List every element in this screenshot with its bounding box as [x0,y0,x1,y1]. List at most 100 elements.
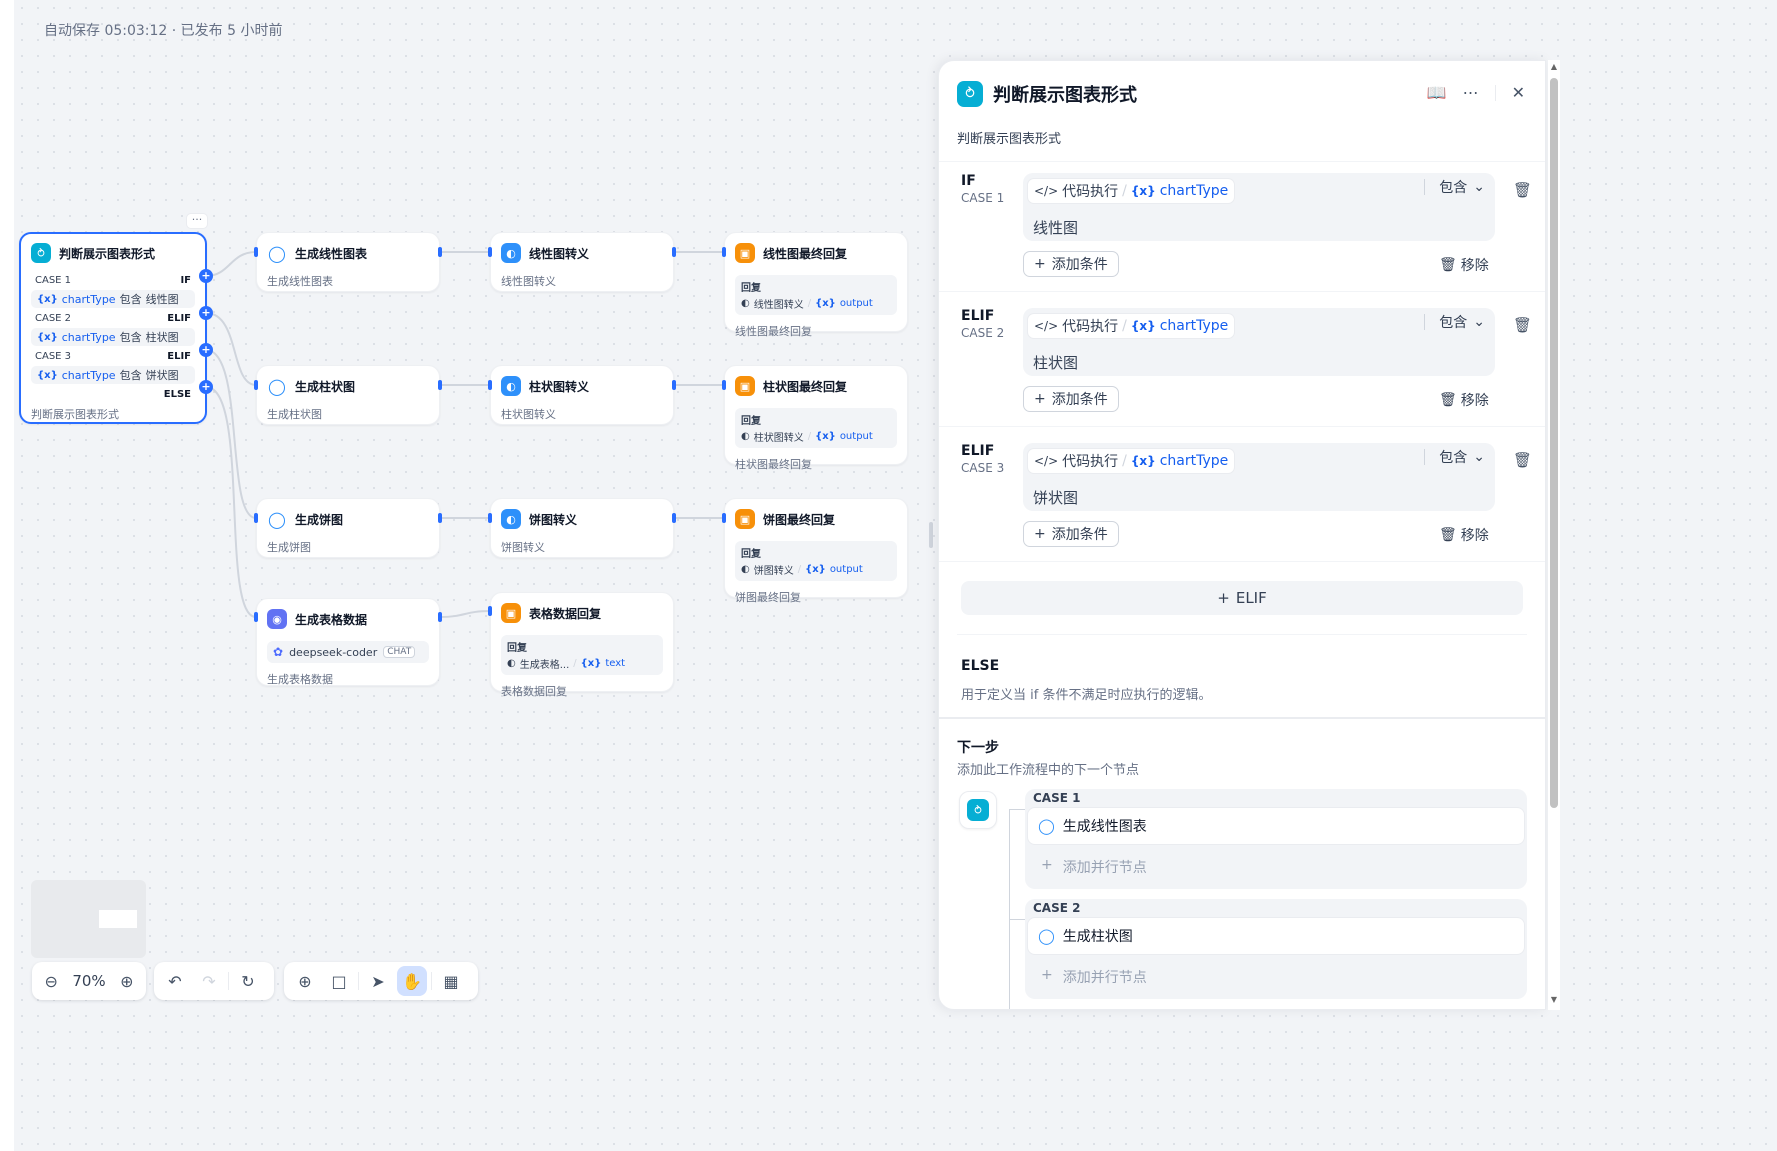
variable-selector[interactable]: </> 代码执行 / {x} chartType [1027,313,1236,339]
port[interactable] [722,380,726,390]
divider [939,426,1545,427]
node-esc-bar[interactable]: ◐ 柱状图转义 柱状图转义 [490,365,674,425]
variable-selector[interactable]: </> 代码执行 / {x} chartType [1027,178,1236,204]
port[interactable] [438,612,442,622]
port[interactable] [672,513,676,523]
pointer-icon[interactable]: ➤ [363,966,393,996]
delete-condition-icon[interactable]: 🗑 [1513,181,1532,199]
question-classifier-icon: ◯ [268,243,286,263]
else-row: ELSE [163,388,191,400]
branch-icon: ⥁ [957,81,983,107]
port[interactable] [438,513,442,523]
port[interactable] [254,513,258,523]
delete-condition-icon[interactable]: 🗑 [1513,451,1532,469]
model-chip: ✿ deepseek-coder CHAT [267,641,429,663]
scroll-down-icon[interactable]: ▼ [1548,995,1560,1004]
help-book-icon[interactable]: 📖 [1427,83,1447,102]
undo-icon[interactable]: ↶ [160,966,190,996]
branch-case-1: CASE 1 ◯ 生成线性图表 + 添加并行节点 [1025,789,1527,889]
port[interactable] [438,247,442,257]
operator-select[interactable]: 包含 ⌄ [1424,177,1485,197]
add-condition-button[interactable]: + 添加条件 [1023,521,1119,547]
else-handle[interactable]: + [199,380,213,394]
port[interactable] [488,380,492,390]
answer-icon: ▣ [735,243,755,263]
panel-resize-handle[interactable] [929,522,933,548]
scrollbar-thumb[interactable] [1550,78,1558,808]
port[interactable] [672,247,676,257]
case2-handle[interactable]: + [199,306,213,320]
next-step-title: 下一步 [957,740,999,756]
variable-selector[interactable]: </> 代码执行 / {x} chartType [1027,448,1236,474]
ifelse-node[interactable]: ⥁ 判断展示图表形式 CASE 1 IF {x} chartType 包含 线性图… [19,232,207,424]
condition-chip-2: {x} chartType 包含 柱状图 [31,328,195,346]
port[interactable] [722,247,726,257]
reply-var: 回复 ◐ 线性图转义 / {x} output [735,275,897,315]
add-elif-button[interactable]: + ELIF [961,581,1523,615]
tree-connector [1009,809,1025,810]
condition-value-input[interactable]: 饼状图 [1033,487,1078,508]
panel-desc[interactable]: 判断展示图表形式 [957,128,1061,147]
add-node-icon[interactable]: ⊕ [290,966,320,996]
port[interactable] [254,247,258,257]
case1-handle[interactable]: + [199,269,213,283]
zoom-level[interactable]: 70% [68,972,109,990]
port[interactable] [254,612,258,622]
remove-case-button[interactable]: 🗑 移除 [1439,390,1489,410]
branch-node-gen-line[interactable]: ◯ 生成线性图表 [1027,807,1525,845]
branch-node-gen-bar[interactable]: ◯ 生成柱状图 [1027,917,1525,955]
port[interactable] [672,380,676,390]
port[interactable] [722,513,726,523]
remove-case-button[interactable]: 🗑 移除 [1439,255,1489,275]
add-parallel-node-button[interactable]: + 添加并行节点 [1041,967,1147,987]
port[interactable] [438,380,442,390]
reply-var: 回复 ◐ 柱状图转义 / {x} output [735,408,897,448]
history-toolbar: ↶ ↷ ↻ [154,962,274,1000]
hand-icon[interactable]: ✋ [397,966,427,996]
code-icon: ◐ [501,243,521,263]
zoom-in-icon[interactable]: ⊕ [114,966,140,996]
more-icon[interactable]: ⋯ [1463,83,1479,102]
panel-title[interactable]: 判断展示图表形式 [993,81,1137,107]
minimap[interactable] [31,880,146,958]
node-gen-pie[interactable]: ◯ 生成饼图 生成饼图 [256,498,440,558]
question-classifier-icon: ◯ [1038,817,1055,835]
port[interactable] [488,247,492,257]
port[interactable] [488,606,492,616]
close-icon[interactable]: ✕ [1512,83,1525,102]
remove-case-button[interactable]: 🗑 移除 [1439,525,1489,545]
code-icon: </> [1034,319,1059,333]
scroll-up-icon[interactable]: ▲ [1548,62,1560,71]
node-reply-table[interactable]: ▣ 表格数据回复 回复 ◐ 生成表格... / {x} text 表格数据回复 [490,592,674,698]
node-more-button[interactable]: ··· [186,213,208,229]
current-node-icon: ⥁ [959,791,997,829]
autosave-status: 自动保存 05:03:12 · 已发布 5 小时前 [44,23,283,39]
operator-select[interactable]: 包含 ⌄ [1424,447,1485,467]
node-reply-bar[interactable]: ▣ 柱状图最终回复 回复 ◐ 柱状图转义 / {x} output 柱状图最终回复 [724,365,908,471]
node-reply-pie[interactable]: ▣ 饼图最终回复 回复 ◐ 饼图转义 / {x} output 饼图最终回复 [724,498,908,604]
case3-handle[interactable]: + [199,343,213,357]
port[interactable] [254,380,258,390]
node-gen-line[interactable]: ◯ 生成线性图表 生成线性图表 [256,232,440,292]
divider [939,161,1545,162]
node-gen-table[interactable]: ◉ 生成表格数据 ✿ deepseek-coder CHAT 生成表格数据 [256,598,440,686]
node-esc-line[interactable]: ◐ 线性图转义 线性图转义 [490,232,674,292]
redo-icon[interactable]: ↷ [194,966,224,996]
add-parallel-node-button[interactable]: + 添加并行节点 [1041,857,1147,877]
add-note-icon[interactable]: □ [324,966,354,996]
add-condition-button[interactable]: + 添加条件 [1023,251,1119,277]
condition-value-input[interactable]: 柱状图 [1033,352,1078,373]
delete-condition-icon[interactable]: 🗑 [1513,316,1532,334]
case-row-1: CASE 1 IF [35,274,191,286]
node-gen-bar[interactable]: ◯ 生成柱状图 生成柱状图 [256,365,440,425]
port[interactable] [488,513,492,523]
node-reply-line[interactable]: ▣ 线性图最终回复 回复 ◐ 线性图转义 / {x} output 线性图最终回复 [724,232,908,338]
deepseek-icon: ✿ [273,645,284,659]
organize-icon[interactable]: ▦ [436,966,466,996]
node-esc-pie[interactable]: ◐ 饼图转义 饼图转义 [490,498,674,558]
condition-value-input[interactable]: 线性图 [1033,217,1078,238]
operator-select[interactable]: 包含 ⌄ [1424,312,1485,332]
add-condition-button[interactable]: + 添加条件 [1023,386,1119,412]
zoom-out-icon[interactable]: ⊖ [38,966,64,996]
history-icon[interactable]: ↻ [233,966,263,996]
